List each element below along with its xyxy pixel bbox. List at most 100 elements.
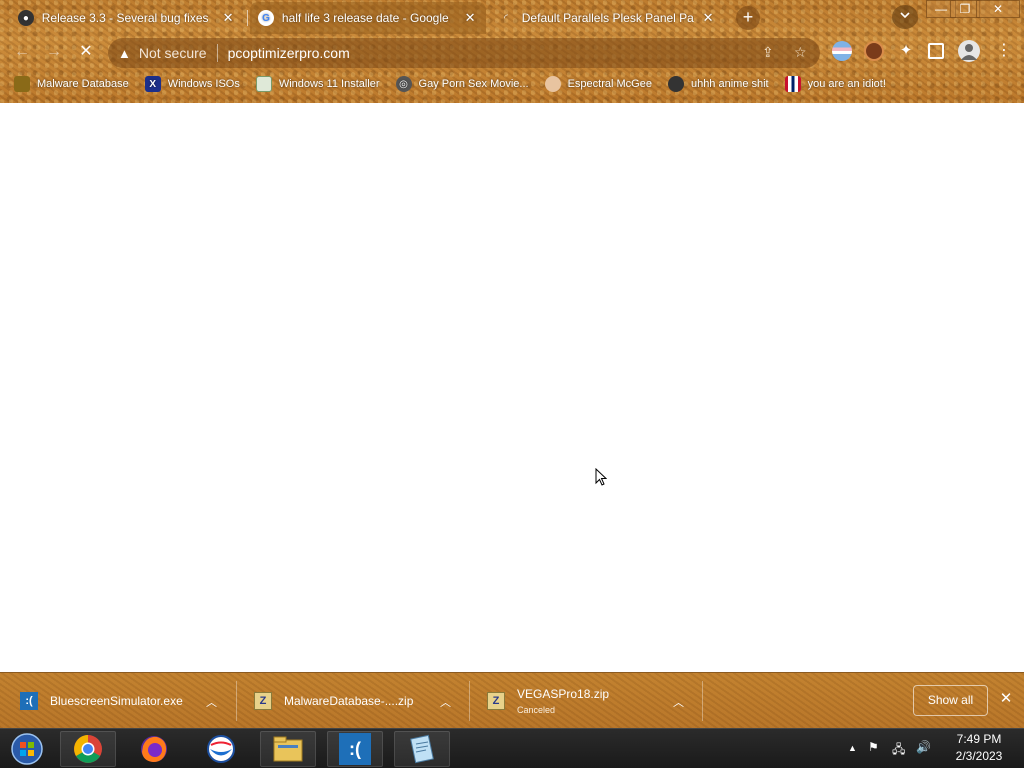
flag-icon: [784, 76, 801, 92]
action-center-flag-icon[interactable]: ⚑: [868, 740, 879, 754]
download-filename: MalwareDatabase-....zip: [284, 694, 414, 708]
close-icon[interactable]: ✕: [462, 10, 478, 26]
image-icon: [255, 76, 272, 92]
download-item[interactable]: Z MalwareDatabase-....zip ︿: [254, 673, 464, 729]
bookmark-anime[interactable]: uhhh anime shit: [667, 76, 769, 92]
tab-strip: ● Release 3.3 - Several bug fixes ✕ G ha…: [0, 0, 1024, 34]
bookmark-label: you are an idiot!: [807, 78, 886, 90]
download-separator: [702, 681, 703, 721]
clock-time: 7:49 PM: [956, 732, 1002, 746]
start-button[interactable]: [2, 731, 52, 767]
security-label[interactable]: Not secure: [139, 45, 207, 61]
zip-icon: Z: [487, 692, 505, 710]
anime-icon: [667, 76, 684, 92]
browser-chrome: ● Release 3.3 - Several bug fixes ✕ G ha…: [0, 0, 1024, 103]
close-icon[interactable]: ✕: [700, 10, 716, 26]
forward-button[interactable]: →: [42, 40, 66, 64]
tab-google-search[interactable]: G half life 3 release date - Google ✕: [250, 2, 486, 34]
firefox-icon: [141, 736, 167, 762]
chevron-up-icon[interactable]: ︿: [440, 694, 451, 710]
extension-flag-icon[interactable]: [832, 41, 852, 61]
bluescreen-icon: :(: [339, 733, 371, 765]
clock-date: 2/3/2023: [955, 749, 1003, 763]
download-separator: [469, 681, 470, 721]
google-icon: G: [258, 10, 274, 26]
extension-avatar-icon[interactable]: [864, 41, 884, 61]
tab-plesk-page[interactable]: ◜ Default Parallels Plesk Panel Page ✕: [490, 2, 724, 34]
taskbar-bluescreen-simulator[interactable]: :(: [327, 731, 383, 767]
share-icon[interactable]: ⇪: [762, 44, 774, 61]
bookmark-windows-isos[interactable]: X Windows ISOs: [144, 76, 240, 92]
side-panel-icon[interactable]: [928, 43, 944, 59]
folder-icon: [273, 736, 303, 762]
bookmark-star-icon[interactable]: ☆: [794, 44, 807, 61]
face-icon: [544, 76, 561, 92]
tab-github-release[interactable]: ● Release 3.3 - Several bug fixes ✕: [10, 2, 244, 34]
volume-icon[interactable]: 🔊: [916, 740, 931, 754]
back-button[interactable]: ←: [10, 40, 34, 64]
chrome-icon: [74, 735, 102, 763]
page-viewport[interactable]: [0, 103, 1024, 672]
chevron-down-icon: [900, 12, 910, 19]
warning-icon[interactable]: ▲: [118, 46, 131, 61]
chevron-up-icon[interactable]: ︿: [673, 694, 684, 710]
taskbar-file-explorer[interactable]: [260, 731, 316, 767]
download-filename: VEGASPro18.zip: [517, 687, 610, 701]
stop-loading-button[interactable]: ✕: [74, 40, 98, 64]
bookmark-espectral-mcgee[interactable]: Espectral McGee: [544, 76, 652, 92]
windows-orb-icon: [11, 733, 43, 765]
profile-avatar-icon[interactable]: [958, 40, 980, 62]
download-text: VEGASPro18.zip Canceled: [517, 687, 609, 715]
address-bar[interactable]: ▲ Not secure pcoptimizerpro.com ⇪ ☆: [108, 38, 820, 68]
loading-icon: ◜: [503, 12, 508, 24]
github-icon: ●: [18, 10, 34, 26]
close-icon[interactable]: ✕: [220, 10, 236, 26]
bookmark-windows-11-installer[interactable]: Windows 11 Installer: [255, 76, 380, 92]
taskbar-chrome[interactable]: [60, 731, 116, 767]
bookmark-label: Gay Porn Sex Movie...: [418, 78, 529, 90]
download-item[interactable]: Z VEGASPro18.zip Canceled ︿: [487, 673, 697, 729]
system-clock[interactable]: 7:49 PM 2/3/2023: [946, 731, 1012, 765]
download-shelf: :( BluescreenSimulator.exe ︿ Z MalwareDa…: [0, 672, 1024, 728]
malware-icon: [14, 76, 30, 92]
chevron-up-icon[interactable]: ︿: [206, 694, 217, 710]
divider: [216, 44, 218, 62]
bookmark-label: Windows 11 Installer: [278, 78, 380, 90]
bookmark-label: Malware Database: [37, 78, 129, 90]
tab-title: Release 3.3 - Several bug fixes: [41, 11, 209, 25]
network-icon[interactable]: 🖧: [892, 740, 905, 761]
show-hidden-icons-chevron-icon[interactable]: ▲: [848, 743, 857, 753]
taskbar-opera[interactable]: [193, 731, 249, 767]
bookmark-you-are-an-idiot[interactable]: you are an idiot!: [784, 76, 886, 92]
close-window-button[interactable]: ✕: [976, 0, 1020, 18]
extensions-puzzle-icon[interactable]: ✦: [896, 41, 916, 61]
bookmarks-bar: Malware Database X Windows ISOs Windows …: [0, 73, 1024, 95]
mouse-cursor-icon: [595, 468, 607, 486]
disk-icon: ◎: [395, 76, 412, 92]
opera-icon: [207, 735, 235, 763]
download-filename: BluescreenSimulator.exe: [50, 694, 183, 708]
bookmark-label: Windows ISOs: [167, 78, 240, 90]
new-tab-button[interactable]: +: [736, 6, 760, 30]
taskbar-firefox[interactable]: [126, 731, 182, 767]
close-icon[interactable]: ✕: [997, 690, 1015, 708]
tab-title: half life 3 release date - Google: [281, 11, 449, 25]
x-logo-icon: X: [144, 76, 161, 92]
tab-search-button[interactable]: [892, 5, 918, 29]
url-text[interactable]: pcoptimizerpro.com: [228, 45, 350, 61]
zip-icon: Z: [254, 692, 272, 710]
taskbar-notepad[interactable]: [394, 731, 450, 767]
download-status: Canceled: [517, 705, 556, 715]
bookmark-label: uhhh anime shit: [690, 78, 769, 90]
menu-kebab-icon[interactable]: ⋮: [994, 41, 1014, 61]
notepad-icon: [410, 734, 434, 764]
tab-separator: [247, 10, 248, 26]
tab-title: Default Parallels Plesk Panel Page: [521, 11, 695, 25]
download-item[interactable]: :( BluescreenSimulator.exe ︿: [20, 673, 230, 729]
bookmark-label: Espectral McGee: [567, 78, 652, 90]
download-separator: [236, 681, 237, 721]
show-all-button[interactable]: Show all: [913, 685, 988, 716]
bookmark-malware-database[interactable]: Malware Database: [14, 76, 129, 92]
bookmark-gay-porn[interactable]: ◎ Gay Porn Sex Movie...: [395, 76, 529, 92]
bluescreen-icon: :(: [20, 692, 38, 710]
